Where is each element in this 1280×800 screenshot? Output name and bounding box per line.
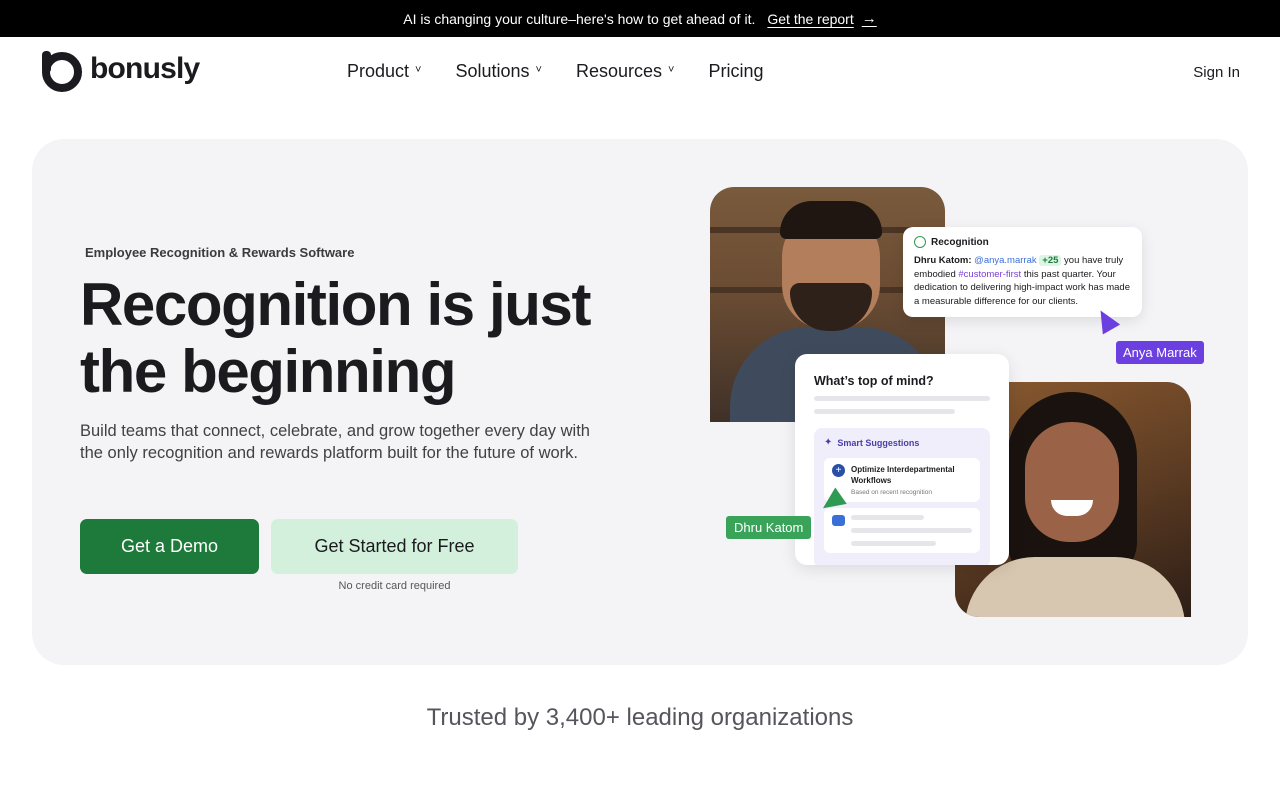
hero-section: Employee Recognition & Rewards Software … <box>32 139 1248 665</box>
headline-line-2: the beginning <box>80 338 456 405</box>
placeholder-line <box>851 541 936 546</box>
trusted-by-heading: Trusted by 3,400+ leading organizations <box>426 704 854 731</box>
bonusly-logo-icon <box>42 51 82 92</box>
nav-item-label: Resources <box>575 61 663 81</box>
hero-eyebrow: Employee Recognition & Rewards Software <box>85 245 355 260</box>
recognition-mention: @anya.marrak <box>974 255 1037 266</box>
beard-shape <box>790 283 872 331</box>
recognition-card-header: Recognition <box>914 236 1131 248</box>
chevron-down-icon: ˅ <box>668 63 675 76</box>
plus-icon: + <box>832 464 845 477</box>
recognition-hashtag: #customer-first <box>958 268 1022 280</box>
suggestion-item-2 <box>824 508 980 553</box>
top-of-mind-card: What’s top of mind? ✦ Smart Suggestions … <box>795 354 1009 565</box>
placeholder-line <box>814 409 955 414</box>
recognition-title: Recognition <box>931 236 989 248</box>
announcement-message: AI is changing your culture–here's how t… <box>403 10 756 27</box>
sparkle-icon: ✦ <box>824 437 833 448</box>
nav-item-pricing[interactable]: Pricing <box>708 61 763 82</box>
hero-headline: Recognition is just the beginning <box>80 271 640 405</box>
nav-item-label: Pricing <box>708 61 764 81</box>
recognition-card: Recognition Dhru Katom: @anya.marrak +25… <box>903 227 1142 317</box>
chevron-down-icon: ˅ <box>535 63 542 76</box>
nav-item-resources[interactable]: Resources ˅ <box>576 61 674 82</box>
arrow-right-icon: → <box>861 10 877 27</box>
chat-icon <box>832 515 845 526</box>
nav-item-label: Solutions <box>455 61 530 81</box>
placeholder-line <box>814 396 990 401</box>
suggestion-subtitle: Based on recent recognition <box>851 489 932 496</box>
recognition-sender: Dhru Katom: <box>914 255 972 266</box>
headline-line-1: Recognition is just <box>80 271 591 338</box>
recognition-icon <box>914 236 926 248</box>
recognition-message: Dhru Katom: @anya.marrak +25 you have tr… <box>914 254 1131 308</box>
announcement-bar: AI is changing your culture–here's how t… <box>0 0 1280 37</box>
get-started-free-button[interactable]: Get Started for Free <box>271 519 518 574</box>
get-report-label: Get the report <box>767 10 854 27</box>
jacket-shape <box>965 557 1185 617</box>
main-nav: bonusly Product ˅ Solutions ˅ Resources … <box>0 37 1280 107</box>
bonusly-logo[interactable]: bonusly <box>40 50 200 92</box>
smart-suggestions-header: ✦ Smart Suggestions <box>824 437 980 448</box>
nav-item-product[interactable]: Product ˅ <box>347 61 421 82</box>
logo-text: bonusly <box>90 52 200 85</box>
sign-in-link[interactable]: Sign In <box>1193 64 1240 81</box>
nav-item-label: Product <box>347 61 410 81</box>
dhru-name-label: Dhru Katom <box>726 516 812 539</box>
hair-shape <box>780 201 882 239</box>
chevron-down-icon: ˅ <box>415 63 422 76</box>
suggestion-item: + Optimize Interdepartmental Workflows B… <box>824 458 980 502</box>
no-credit-card-note: No credit card required <box>338 580 451 592</box>
anya-name-label: Anya Marrak <box>1116 341 1204 364</box>
smart-suggestions-label: Smart Suggestions <box>837 437 920 448</box>
top-of-mind-question: What’s top of mind? <box>814 374 934 388</box>
hero-subtext: Build teams that connect, celebrate, and… <box>80 422 590 462</box>
nav-menu: Product ˅ Solutions ˅ Resources ˅ Pricin… <box>347 61 798 82</box>
get-report-link[interactable]: Get the report → <box>767 10 876 27</box>
nav-item-solutions[interactable]: Solutions ˅ <box>455 61 542 82</box>
suggestion-title: Optimize Interdepartmental Workflows <box>851 465 955 485</box>
placeholder-line <box>851 515 924 520</box>
face-shape <box>1025 422 1119 542</box>
points-badge: +25 <box>1039 255 1062 266</box>
get-demo-button[interactable]: Get a Demo <box>80 519 259 574</box>
placeholder-line <box>851 528 972 533</box>
